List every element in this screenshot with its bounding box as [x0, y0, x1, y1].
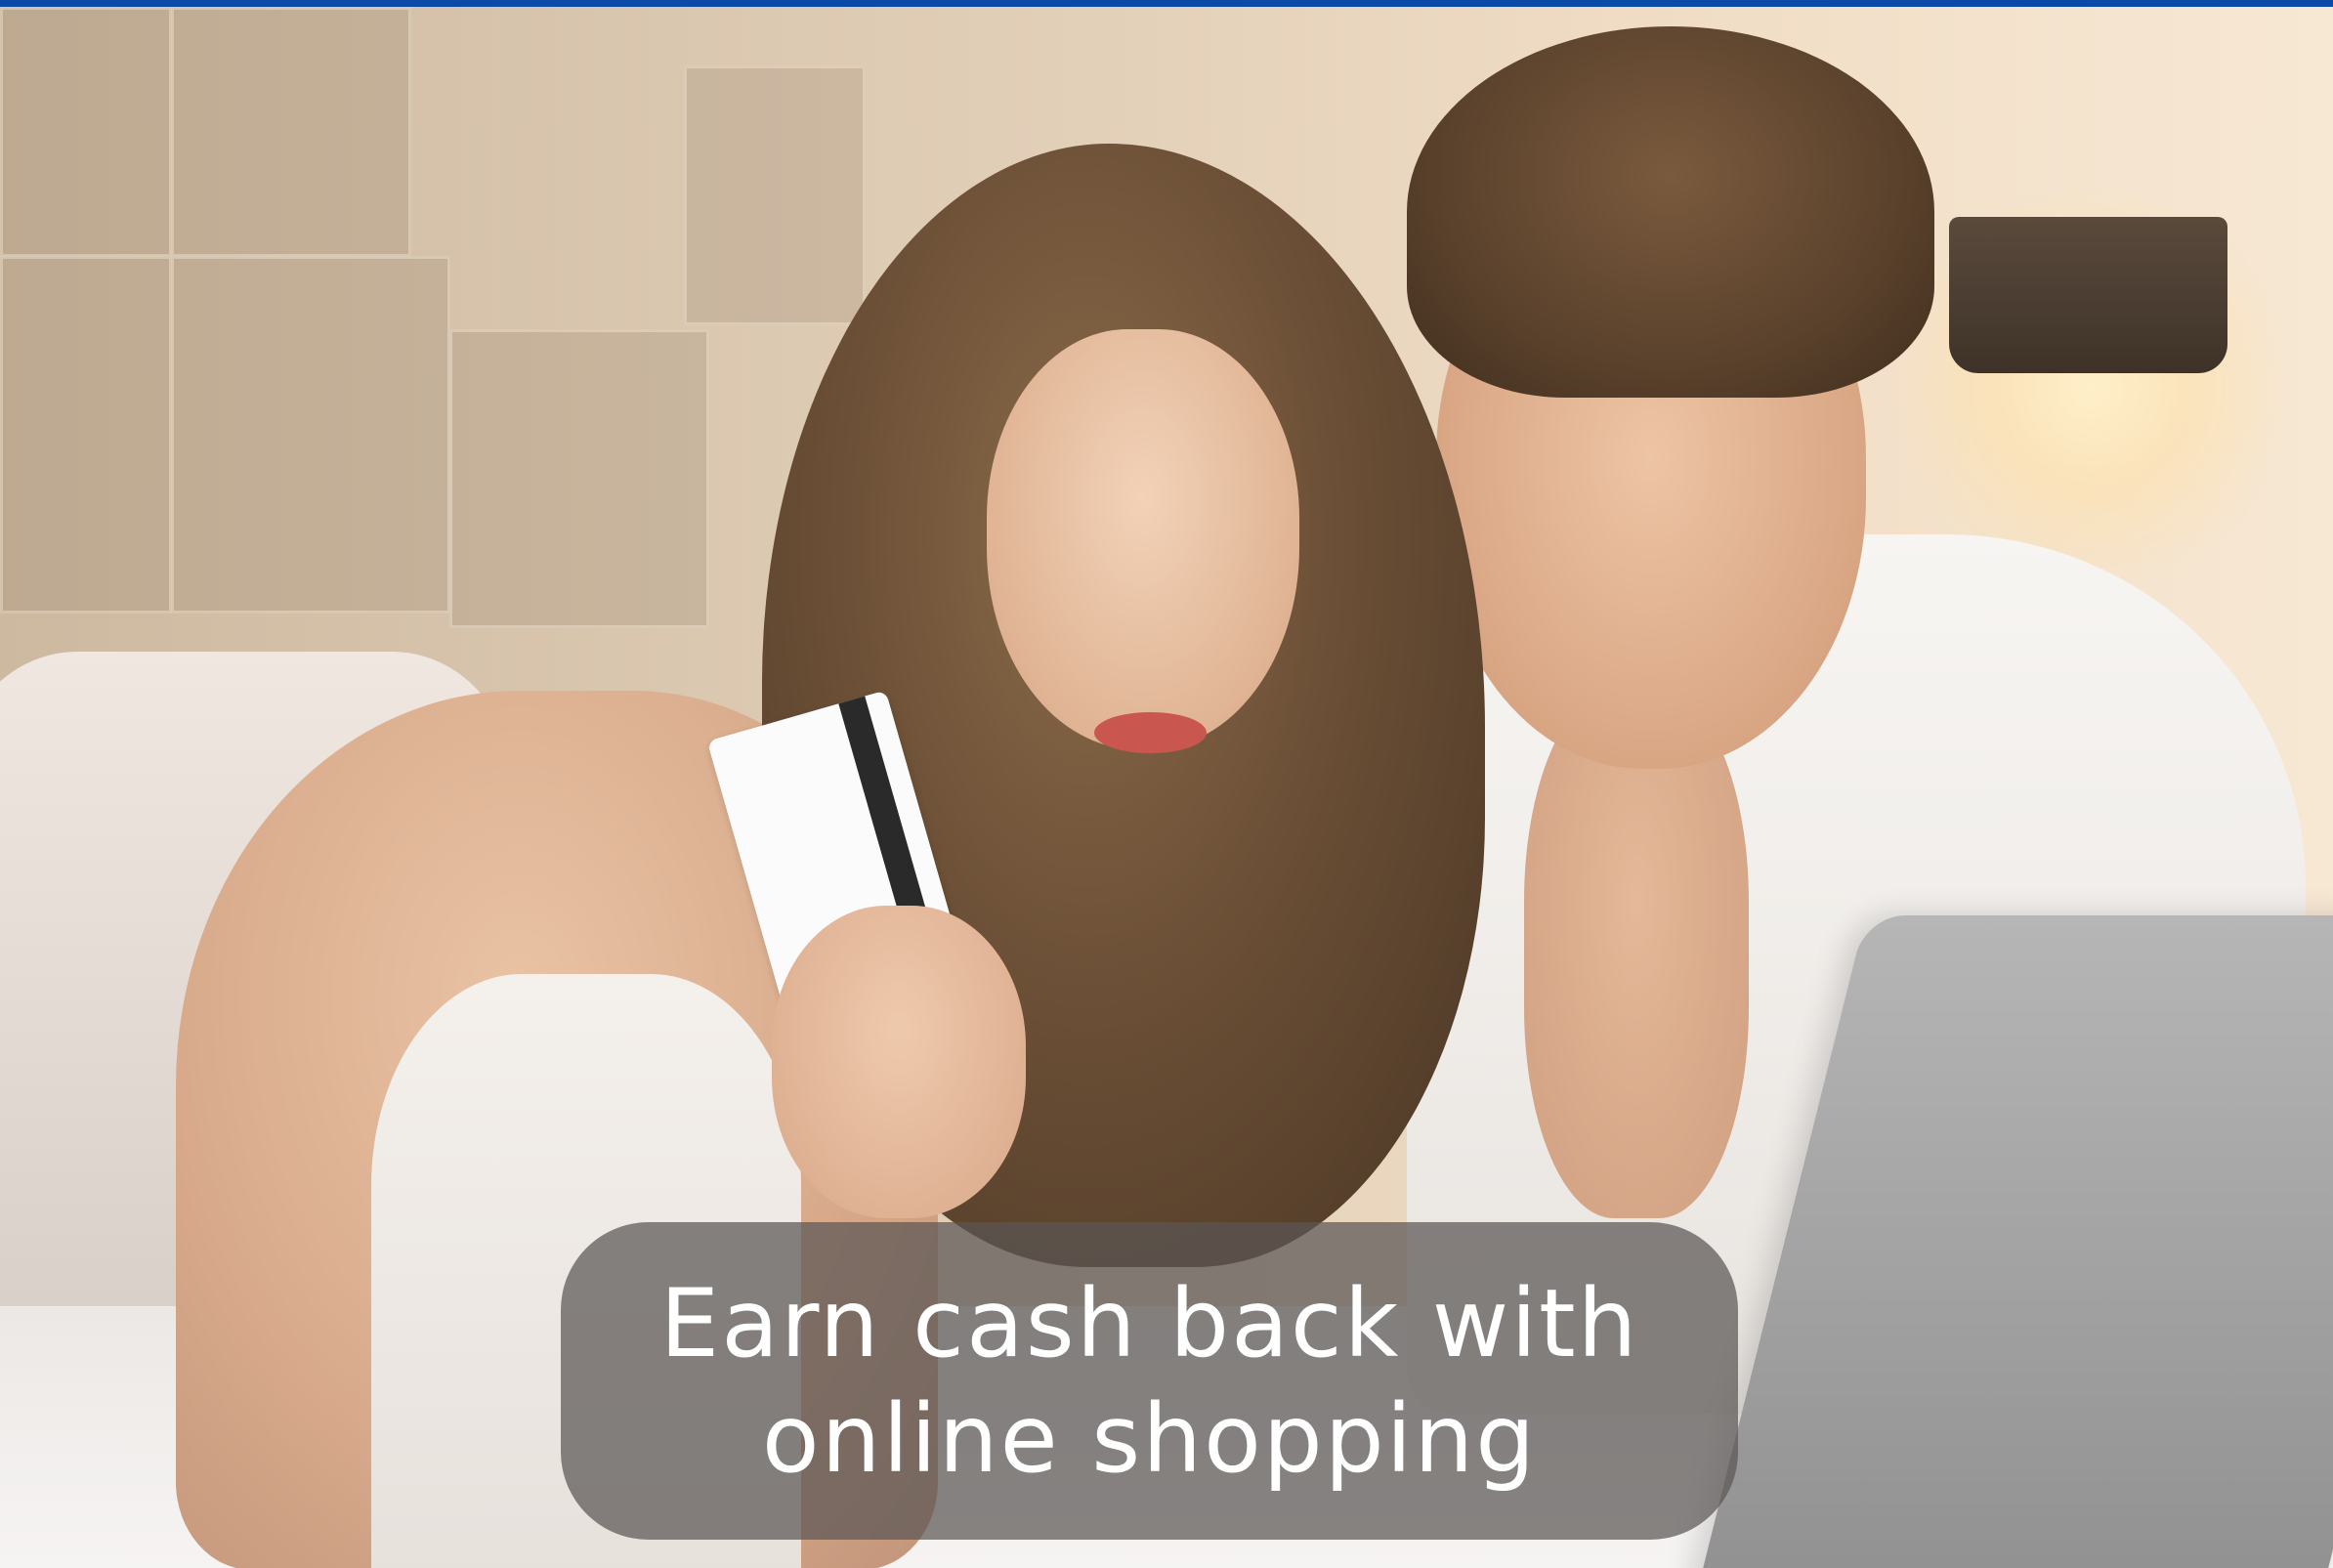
- wall-tile: [0, 7, 172, 257]
- top-accent-bar: [0, 0, 2333, 7]
- woman-lips: [1094, 712, 1207, 753]
- promo-banner[interactable]: Earn cash back with online shopping: [0, 0, 2333, 1568]
- caption-box: Earn cash back with online shopping: [561, 1222, 1738, 1540]
- lamp-shade: [1949, 217, 2227, 373]
- wall-tile: [684, 65, 866, 325]
- man-neck: [1524, 691, 1749, 1218]
- hand: [772, 906, 1026, 1218]
- caption-line-2: online shopping: [761, 1383, 1538, 1494]
- man-hair: [1407, 26, 1934, 398]
- wall-tile: [449, 329, 709, 628]
- wall-tile: [171, 7, 411, 257]
- wall-tile: [171, 256, 450, 614]
- caption-line-1: Earn cash back with: [659, 1268, 1639, 1378]
- woman-face: [987, 329, 1299, 749]
- wall-tile: [0, 256, 172, 614]
